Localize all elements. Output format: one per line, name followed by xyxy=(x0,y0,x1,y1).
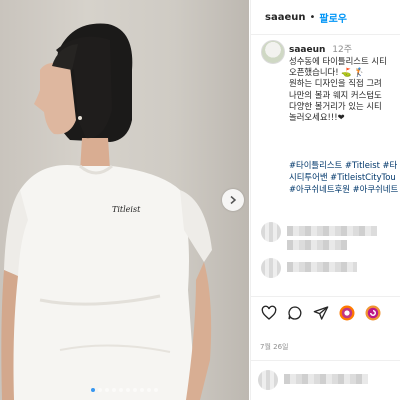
carousel-dot xyxy=(119,388,123,392)
carousel-dot xyxy=(133,388,137,392)
caption-line: 다양한 볼거리가 있는 시티 xyxy=(289,100,382,111)
caption-username[interactable]: saaeun xyxy=(289,45,325,55)
reel-button[interactable] xyxy=(338,304,356,322)
reel-alt-icon xyxy=(365,305,381,321)
post-time[interactable]: 12주 xyxy=(332,45,352,55)
carousel-dot xyxy=(105,388,109,392)
hashtags: #타이틀리스트 #Titleist #타 시티투어밴 #TitleistCity… xyxy=(289,160,400,195)
carousel-dot xyxy=(98,388,102,392)
header-username[interactable]: saaeun xyxy=(265,12,305,23)
action-bar xyxy=(260,304,382,322)
caption-line: 놀러오세요!!!❤ xyxy=(289,112,345,123)
comment-text-blurred xyxy=(287,262,357,272)
follow-button[interactable]: 팔로우 xyxy=(319,10,347,25)
hashtag-line[interactable]: #타이틀리스트 #Titleist #타 xyxy=(289,160,400,172)
reel-alt-button[interactable] xyxy=(364,304,382,322)
chevron-right-icon xyxy=(230,195,237,205)
caption-line: 나만의 볼과 웨지 커스텀도 xyxy=(289,89,382,100)
comment-text-blurred xyxy=(287,226,377,236)
carousel-dot xyxy=(126,388,130,392)
avatar[interactable] xyxy=(261,40,285,64)
caption-line: 원하는 디자인을 직접 그려 xyxy=(289,78,382,89)
carousel-dot xyxy=(91,388,95,392)
header-separator: • xyxy=(309,11,316,23)
caption-text: 성수동에 타이틀리스트 시티 오픈했습니다! ⛳ 🏌 원하는 디자인을 직접 그… xyxy=(289,56,400,123)
photo-illustration: Titleist xyxy=(1,23,212,400)
comment-panel: saaeun • 팔로우 saaeun 12주 성수동에 타이틀리스트 시티 오… xyxy=(250,0,400,400)
comment-icon xyxy=(288,306,302,320)
carousel-dots xyxy=(0,388,249,392)
carousel-dot xyxy=(147,388,151,392)
caption-line: 성수동에 타이틀리스트 시티 xyxy=(289,56,387,66)
heart-icon xyxy=(261,305,277,320)
comment-avatar-blurred xyxy=(261,222,281,242)
carousel-next-button[interactable] xyxy=(222,189,244,211)
reel-icon xyxy=(339,305,355,321)
carousel-dot xyxy=(112,388,116,392)
comment-avatar-blurred xyxy=(261,258,281,278)
comment-text-blurred xyxy=(287,240,347,250)
input-text-blurred xyxy=(284,374,368,384)
divider xyxy=(250,360,400,361)
caption-line: 오픈했습니다! ⛳ 🏌 xyxy=(289,67,365,78)
shirt-logo: Titleist xyxy=(112,205,141,214)
hashtag-line[interactable]: 시티투어밴 #TitleistCityTou xyxy=(289,172,400,184)
hashtag-line[interactable]: #아쿠쉬네트후원 #아쿠쉬네트 xyxy=(289,184,400,196)
post-date[interactable]: 7월 26일 xyxy=(260,342,288,352)
share-icon xyxy=(313,306,329,320)
carousel-dot xyxy=(140,388,144,392)
share-button[interactable] xyxy=(312,304,330,322)
input-avatar-blurred xyxy=(258,370,278,390)
divider xyxy=(250,296,400,297)
caption-meta: saaeun 12주 xyxy=(289,42,352,55)
carousel-dot xyxy=(154,388,158,392)
like-button[interactable] xyxy=(260,304,278,322)
comment-button[interactable] xyxy=(286,304,304,322)
post-header: saaeun • 팔로우 xyxy=(251,0,400,35)
post-photo[interactable]: Titleist xyxy=(0,0,249,400)
